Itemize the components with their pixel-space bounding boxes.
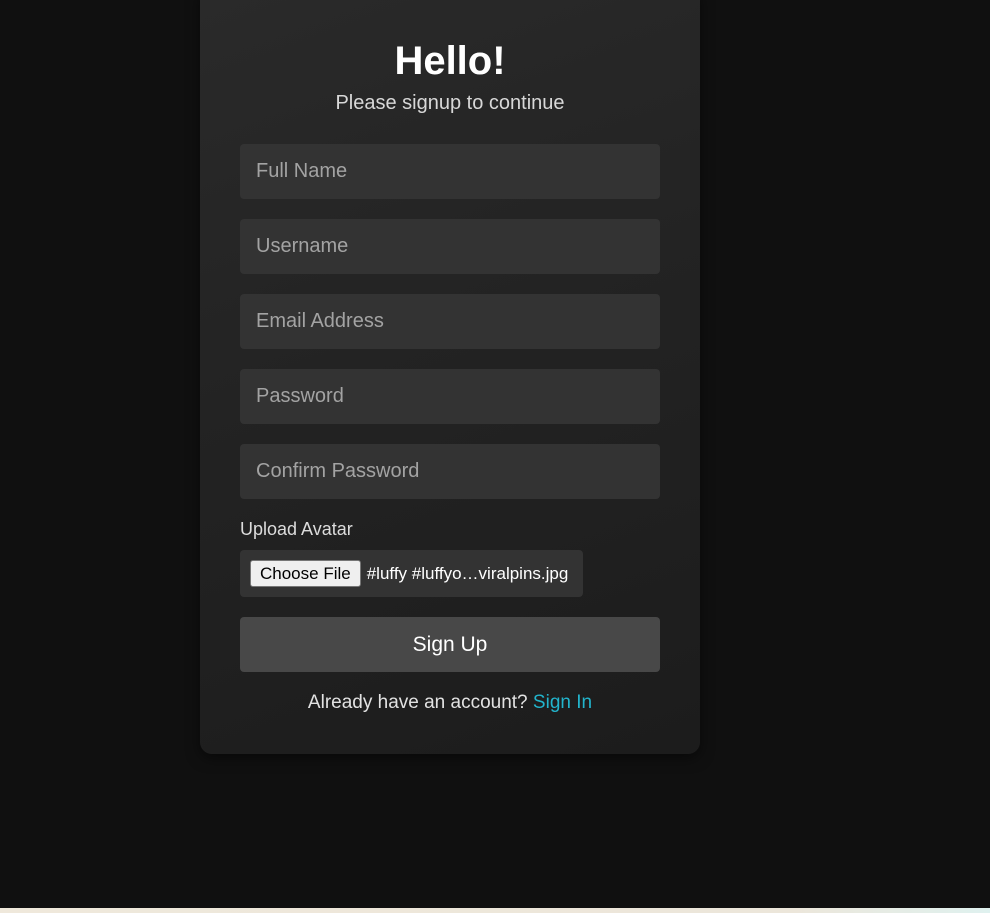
selected-file-name: #luffy #luffyo…viralpins.jpg [366, 563, 569, 583]
full-name-input[interactable] [240, 144, 660, 199]
sign-up-button[interactable]: Sign Up [240, 617, 660, 672]
signup-card: Hello! Please signup to continue Upload … [200, 0, 700, 754]
sign-in-link[interactable]: Sign In [533, 692, 592, 713]
page-subtitle: Please signup to continue [335, 92, 565, 114]
signin-prompt: Already have an account? Sign In [240, 692, 660, 714]
password-input[interactable] [240, 369, 660, 424]
confirm-password-input[interactable] [240, 444, 660, 499]
bottom-edge-strip [0, 908, 990, 913]
signin-prompt-text: Already have an account? [307, 692, 528, 713]
email-input[interactable] [240, 294, 660, 349]
page-title: Hello! [394, 39, 506, 83]
username-input[interactable] [240, 219, 660, 274]
upload-avatar-label: Upload Avatar [240, 519, 353, 539]
avatar-file-input[interactable]: Choose File #luffy #luffyo…viralpins.jpg [240, 550, 584, 597]
signup-fields [240, 144, 660, 499]
page: Hello! Please signup to continue Upload … [0, 0, 990, 913]
choose-file-button[interactable]: Choose File [250, 560, 361, 587]
